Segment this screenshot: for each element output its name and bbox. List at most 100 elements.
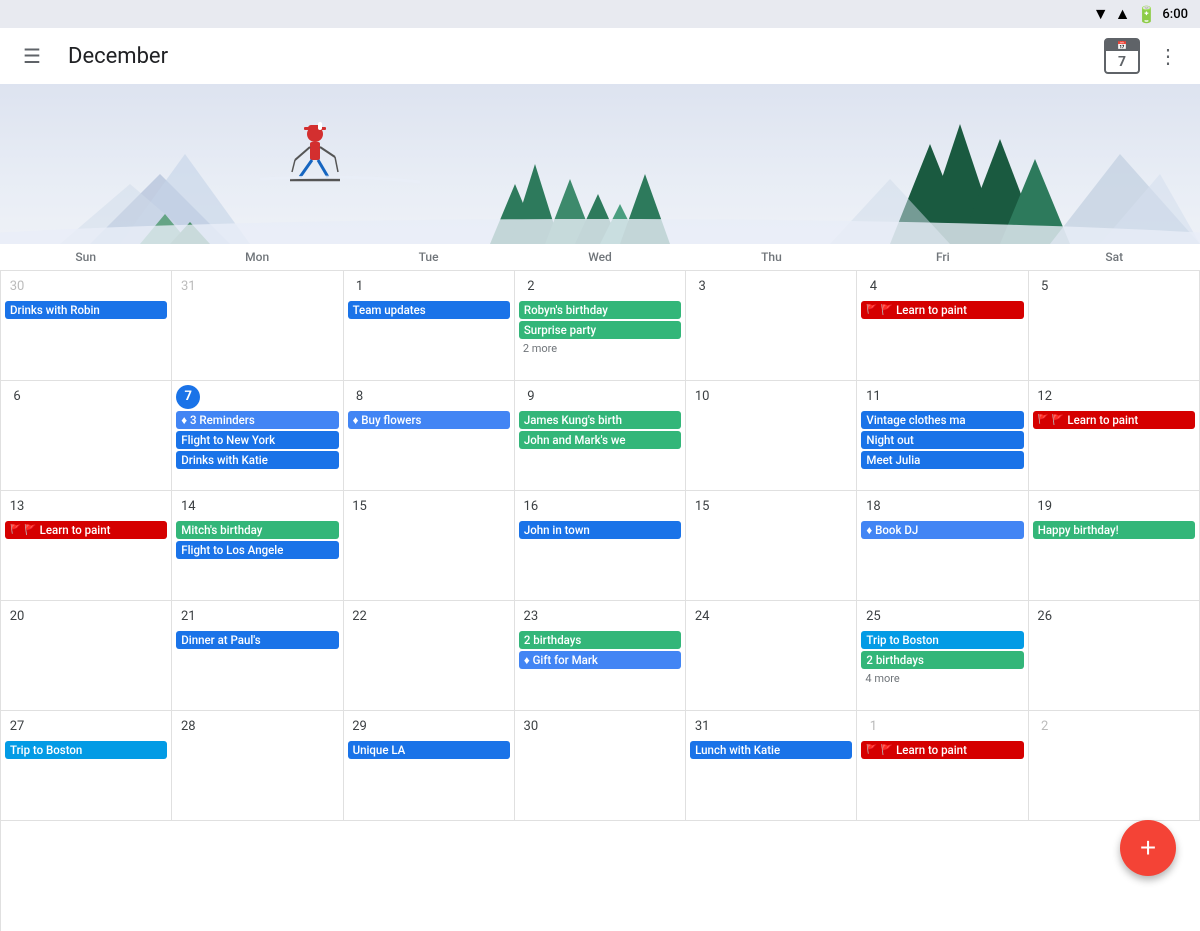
- calendar-event[interactable]: Robyn's birthday: [519, 301, 681, 319]
- battery-icon: 🔋: [1136, 5, 1156, 24]
- day-header-fri: Fri: [857, 244, 1028, 270]
- today-button[interactable]: 📅 7: [1104, 38, 1140, 74]
- cal-cell[interactable]: 30: [515, 711, 686, 821]
- cal-cell[interactable]: 19Happy birthday!: [1029, 491, 1200, 601]
- calendar-event[interactable]: Mitch's birthday: [176, 521, 338, 539]
- calendar-event[interactable]: Vintage clothes ma: [861, 411, 1023, 429]
- cell-date: 25: [861, 605, 885, 629]
- cal-cell[interactable]: 29 Unique LA: [344, 711, 515, 821]
- more-options-button[interactable]: ⋮: [1148, 36, 1188, 76]
- cell-date: 14: [176, 495, 200, 519]
- calendar-event[interactable]: Drinks with Katie: [176, 451, 338, 469]
- cal-cell[interactable]: 31Lunch with Katie: [686, 711, 857, 821]
- cal-cell[interactable]: 1 Team updates: [344, 271, 515, 381]
- cell-date: 15: [348, 495, 372, 519]
- calendar-event[interactable]: 2 birthdays: [861, 651, 1023, 669]
- calendar-event[interactable]: Surprise party: [519, 321, 681, 339]
- cal-cell[interactable]: 21 Dinner at Paul's: [172, 601, 343, 711]
- cal-cell[interactable]: 12 🚩Learn to paint: [1029, 381, 1200, 491]
- calendar-event[interactable]: Dinner at Paul's: [176, 631, 338, 649]
- cell-date: 1: [348, 275, 372, 299]
- cal-cell[interactable]: 11Vintage clothes maNight outMeet Julia: [857, 381, 1028, 491]
- cal-cell[interactable]: 14 Mitch's birthday Flight to Los Angele: [172, 491, 343, 601]
- calendar-event[interactable]: Trip to Boston: [5, 741, 167, 759]
- cal-cell[interactable]: 8 ♦ Buy flowers: [344, 381, 515, 491]
- cell-date: 20: [5, 605, 29, 629]
- calendar-event[interactable]: 🚩Learn to paint: [861, 741, 1023, 759]
- calendar-event[interactable]: 🚩Learn to paint: [861, 301, 1023, 319]
- cell-date: 21: [176, 605, 200, 629]
- cal-cell[interactable]: 22: [344, 601, 515, 711]
- calendar-event[interactable]: ♦ Gift for Mark: [519, 651, 681, 669]
- cell-date: 31: [176, 275, 200, 299]
- calendar-event[interactable]: 🚩Learn to paint: [1033, 411, 1195, 429]
- cell-date: 9: [519, 385, 543, 409]
- cal-cell[interactable]: 16John in town: [515, 491, 686, 601]
- cal-cell[interactable]: 26: [1029, 601, 1200, 711]
- cell-date: 29: [348, 715, 372, 739]
- cal-cell[interactable]: 20: [1, 601, 172, 711]
- cal-cell[interactable]: 15: [686, 491, 857, 601]
- calendar-event[interactable]: Flight to Los Angele: [176, 541, 338, 559]
- cell-date: 3: [690, 275, 714, 299]
- menu-button[interactable]: ☰: [12, 36, 52, 76]
- more-events-link[interactable]: 2 more: [519, 341, 681, 356]
- more-events-link[interactable]: 4 more: [861, 671, 1023, 686]
- calendar-event[interactable]: John and Mark's we: [519, 431, 681, 449]
- day-header-mon: Mon: [171, 244, 342, 270]
- cal-cell[interactable]: 18 ♦ Book DJ: [857, 491, 1028, 601]
- cal-cell[interactable]: 30 Drinks with Robin: [1, 271, 172, 381]
- calendar-event[interactable]: Lunch with Katie: [690, 741, 852, 759]
- calendar-event[interactable]: John in town: [519, 521, 681, 539]
- cal-cell[interactable]: 4🚩Learn to paint: [857, 271, 1028, 381]
- cell-date: 18: [861, 495, 885, 519]
- cal-cell[interactable]: 1🚩Learn to paint: [857, 711, 1028, 821]
- cell-date: 10: [690, 385, 714, 409]
- cal-cell[interactable]: 2: [1029, 711, 1200, 821]
- cal-cell[interactable]: 27Trip to Boston: [1, 711, 172, 821]
- header-illustration: [0, 84, 1200, 244]
- day-headers: SunMonTueWedThuFriSat: [0, 244, 1200, 271]
- day-header-tue: Tue: [343, 244, 514, 270]
- cal-cell[interactable]: 24: [686, 601, 857, 711]
- calendar-event[interactable]: 🚩Learn to paint: [5, 521, 167, 539]
- cell-date: 5: [1033, 275, 1057, 299]
- cell-date: 22: [348, 605, 372, 629]
- calendar-event[interactable]: Trip to Boston: [861, 631, 1023, 649]
- cell-date: 8: [348, 385, 372, 409]
- calendar-event[interactable]: Happy birthday!: [1033, 521, 1195, 539]
- cal-cell[interactable]: 15: [344, 491, 515, 601]
- calendar-event[interactable]: Team updates: [348, 301, 510, 319]
- cal-cell[interactable]: 9 James Kung's birth John and Mark's we: [515, 381, 686, 491]
- cal-cell[interactable]: 3: [686, 271, 857, 381]
- add-event-button[interactable]: +: [1120, 820, 1176, 876]
- cal-cell[interactable]: 28: [172, 711, 343, 821]
- cell-date: 30: [519, 715, 543, 739]
- calendar-event[interactable]: ♦ 3 Reminders: [176, 411, 338, 429]
- cell-date: 12: [1033, 385, 1057, 409]
- calendar-event[interactable]: James Kung's birth: [519, 411, 681, 429]
- wifi-icon: ▼: [1093, 4, 1109, 24]
- cal-cell[interactable]: 232 birthdays♦ Gift for Mark: [515, 601, 686, 711]
- cal-cell[interactable]: 7♦ 3 RemindersFlight to New YorkDrinks w…: [172, 381, 343, 491]
- cal-cell[interactable]: 2Robyn's birthdaySurprise party2 more: [515, 271, 686, 381]
- day-header-sun: Sun: [0, 244, 171, 270]
- cal-cell[interactable]: 6: [1, 381, 172, 491]
- calendar-event[interactable]: Flight to New York: [176, 431, 338, 449]
- calendar-event[interactable]: ♦ Book DJ: [861, 521, 1023, 539]
- calendar-event[interactable]: Drinks with Robin: [5, 301, 167, 319]
- app-header: ☰ December 📅 7 ⋮: [0, 28, 1200, 84]
- cal-cell[interactable]: 25 Trip to Boston 2 birthdays 4 more: [857, 601, 1028, 711]
- cal-cell[interactable]: 10: [686, 381, 857, 491]
- calendar-event[interactable]: 2 birthdays: [519, 631, 681, 649]
- cell-date: 15: [690, 495, 714, 519]
- cal-cell[interactable]: 13🚩Learn to paint: [1, 491, 172, 601]
- calendar-grid: 30 Drinks with Robin 31 1 Team updates 2 Robyn…: [0, 271, 1200, 931]
- cal-cell[interactable]: 31: [172, 271, 343, 381]
- cell-date: 30: [5, 275, 29, 299]
- calendar-event[interactable]: Unique LA: [348, 741, 510, 759]
- calendar-event[interactable]: ♦ Buy flowers: [348, 411, 510, 429]
- calendar-event[interactable]: Meet Julia: [861, 451, 1023, 469]
- calendar-event[interactable]: Night out: [861, 431, 1023, 449]
- cal-cell[interactable]: 5: [1029, 271, 1200, 381]
